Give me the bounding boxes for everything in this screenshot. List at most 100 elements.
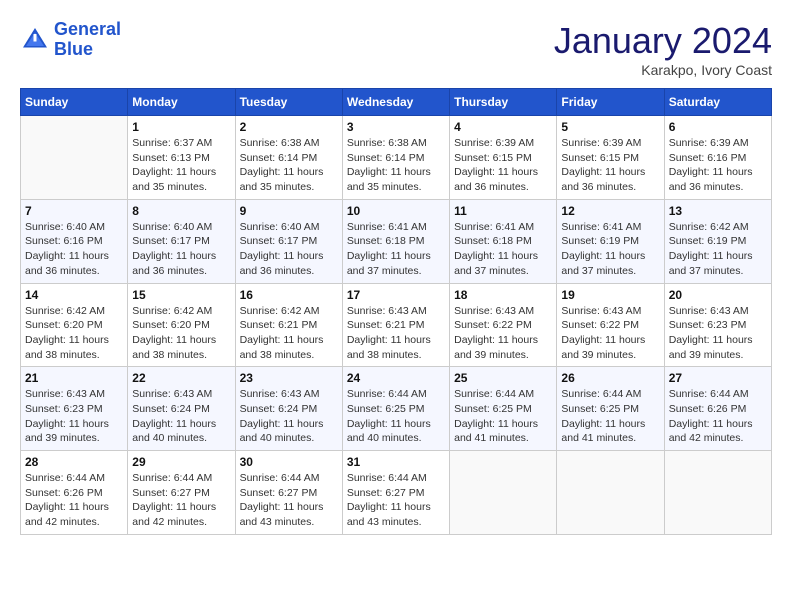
title-block: January 2024 Karakpo, Ivory Coast	[554, 20, 772, 78]
weekday-header: Sunday	[21, 89, 128, 116]
weekday-header: Saturday	[664, 89, 771, 116]
calendar-cell: 6 Sunrise: 6:39 AM Sunset: 6:16 PM Daylig…	[664, 116, 771, 200]
calendar-cell: 26 Sunrise: 6:44 AM Sunset: 6:25 PM Dayli…	[557, 367, 664, 451]
day-info: Sunrise: 6:44 AM Sunset: 6:26 PM Dayligh…	[25, 471, 123, 530]
day-number: 21	[25, 371, 123, 385]
day-info: Sunrise: 6:44 AM Sunset: 6:27 PM Dayligh…	[132, 471, 230, 530]
day-number: 6	[669, 120, 767, 134]
day-info: Sunrise: 6:40 AM Sunset: 6:17 PM Dayligh…	[132, 220, 230, 279]
calendar-cell: 1 Sunrise: 6:37 AM Sunset: 6:13 PM Daylig…	[128, 116, 235, 200]
day-number: 26	[561, 371, 659, 385]
calendar-cell: 4 Sunrise: 6:39 AM Sunset: 6:15 PM Daylig…	[450, 116, 557, 200]
calendar-cell: 2 Sunrise: 6:38 AM Sunset: 6:14 PM Daylig…	[235, 116, 342, 200]
calendar-cell	[664, 451, 771, 535]
day-number: 4	[454, 120, 552, 134]
day-number: 2	[240, 120, 338, 134]
day-number: 30	[240, 455, 338, 469]
calendar-cell: 21Sunrise: 6:43 AM Sunset: 6:23 PM Dayli…	[21, 367, 128, 451]
day-number: 19	[561, 288, 659, 302]
calendar-cell: 29Sunrise: 6:44 AM Sunset: 6:27 PM Dayli…	[128, 451, 235, 535]
day-info: Sunrise: 6:39 AM Sunset: 6:15 PM Dayligh…	[561, 136, 659, 195]
day-number: 14	[25, 288, 123, 302]
calendar-cell: 30 Sunrise: 6:44 AM Sunset: 6:27 PM Dayli…	[235, 451, 342, 535]
day-number: 25	[454, 371, 552, 385]
day-info: Sunrise: 6:42 AM Sunset: 6:20 PM Dayligh…	[25, 304, 123, 363]
calendar-cell: 24Sunrise: 6:44 AM Sunset: 6:25 PM Dayli…	[342, 367, 449, 451]
day-number: 3	[347, 120, 445, 134]
calendar-cell	[557, 451, 664, 535]
logo-icon	[20, 25, 50, 55]
day-number: 5	[561, 120, 659, 134]
day-info: Sunrise: 6:43 AM Sunset: 6:22 PM Dayligh…	[561, 304, 659, 363]
day-info: Sunrise: 6:43 AM Sunset: 6:22 PM Dayligh…	[454, 304, 552, 363]
day-number: 11	[454, 204, 552, 218]
calendar-cell: 17 Sunrise: 6:43 AM Sunset: 6:21 PM Dayli…	[342, 283, 449, 367]
weekday-header: Monday	[128, 89, 235, 116]
day-info: Sunrise: 6:38 AM Sunset: 6:14 PM Dayligh…	[347, 136, 445, 195]
calendar-cell: 23Sunrise: 6:43 AM Sunset: 6:24 PM Dayli…	[235, 367, 342, 451]
day-number: 8	[132, 204, 230, 218]
day-info: Sunrise: 6:39 AM Sunset: 6:16 PM Dayligh…	[669, 136, 767, 195]
logo-line2: Blue	[54, 39, 93, 59]
calendar-week-row: 1 Sunrise: 6:37 AM Sunset: 6:13 PM Daylig…	[21, 116, 772, 200]
calendar-cell: 10Sunrise: 6:41 AM Sunset: 6:18 PM Dayli…	[342, 199, 449, 283]
calendar-cell: 19 Sunrise: 6:43 AM Sunset: 6:22 PM Dayli…	[557, 283, 664, 367]
calendar-cell: 7 Sunrise: 6:40 AM Sunset: 6:16 PM Daylig…	[21, 199, 128, 283]
day-info: Sunrise: 6:43 AM Sunset: 6:24 PM Dayligh…	[132, 387, 230, 446]
day-number: 31	[347, 455, 445, 469]
day-info: Sunrise: 6:44 AM Sunset: 6:27 PM Dayligh…	[347, 471, 445, 530]
calendar-cell: 27 Sunrise: 6:44 AM Sunset: 6:26 PM Dayli…	[664, 367, 771, 451]
calendar-table: SundayMondayTuesdayWednesdayThursdayFrid…	[20, 88, 772, 535]
calendar-cell: 22 Sunrise: 6:43 AM Sunset: 6:24 PM Dayli…	[128, 367, 235, 451]
weekday-header: Thursday	[450, 89, 557, 116]
weekday-header: Tuesday	[235, 89, 342, 116]
day-number: 16	[240, 288, 338, 302]
day-info: Sunrise: 6:41 AM Sunset: 6:18 PM Dayligh…	[454, 220, 552, 279]
month-title: January 2024	[554, 20, 772, 62]
day-number: 27	[669, 371, 767, 385]
day-info: Sunrise: 6:44 AM Sunset: 6:25 PM Dayligh…	[454, 387, 552, 446]
calendar-cell: 13Sunrise: 6:42 AM Sunset: 6:19 PM Dayli…	[664, 199, 771, 283]
day-number: 18	[454, 288, 552, 302]
calendar-week-row: 7 Sunrise: 6:40 AM Sunset: 6:16 PM Daylig…	[21, 199, 772, 283]
day-info: Sunrise: 6:37 AM Sunset: 6:13 PM Dayligh…	[132, 136, 230, 195]
calendar-cell: 5 Sunrise: 6:39 AM Sunset: 6:15 PM Daylig…	[557, 116, 664, 200]
day-number: 22	[132, 371, 230, 385]
calendar-cell: 9Sunrise: 6:40 AM Sunset: 6:17 PM Daylig…	[235, 199, 342, 283]
day-info: Sunrise: 6:44 AM Sunset: 6:26 PM Dayligh…	[669, 387, 767, 446]
calendar-cell: 8 Sunrise: 6:40 AM Sunset: 6:17 PM Daylig…	[128, 199, 235, 283]
calendar-week-row: 21Sunrise: 6:43 AM Sunset: 6:23 PM Dayli…	[21, 367, 772, 451]
day-number: 10	[347, 204, 445, 218]
day-info: Sunrise: 6:39 AM Sunset: 6:15 PM Dayligh…	[454, 136, 552, 195]
day-info: Sunrise: 6:42 AM Sunset: 6:21 PM Dayligh…	[240, 304, 338, 363]
calendar-cell: 31 Sunrise: 6:44 AM Sunset: 6:27 PM Dayli…	[342, 451, 449, 535]
calendar-cell: 12Sunrise: 6:41 AM Sunset: 6:19 PM Dayli…	[557, 199, 664, 283]
day-info: Sunrise: 6:42 AM Sunset: 6:19 PM Dayligh…	[669, 220, 767, 279]
day-number: 7	[25, 204, 123, 218]
page-header: General Blue January 2024 Karakpo, Ivory…	[20, 20, 772, 78]
logo-text: General Blue	[54, 20, 121, 60]
calendar-cell: 11 Sunrise: 6:41 AM Sunset: 6:18 PM Dayli…	[450, 199, 557, 283]
day-number: 23	[240, 371, 338, 385]
calendar-cell: 18 Sunrise: 6:43 AM Sunset: 6:22 PM Dayli…	[450, 283, 557, 367]
day-info: Sunrise: 6:40 AM Sunset: 6:16 PM Dayligh…	[25, 220, 123, 279]
calendar-week-row: 28Sunrise: 6:44 AM Sunset: 6:26 PM Dayli…	[21, 451, 772, 535]
calendar-cell	[450, 451, 557, 535]
day-info: Sunrise: 6:38 AM Sunset: 6:14 PM Dayligh…	[240, 136, 338, 195]
calendar-cell: 14 Sunrise: 6:42 AM Sunset: 6:20 PM Dayli…	[21, 283, 128, 367]
day-number: 9	[240, 204, 338, 218]
logo-line1: General	[54, 19, 121, 39]
day-number: 17	[347, 288, 445, 302]
calendar-week-row: 14 Sunrise: 6:42 AM Sunset: 6:20 PM Dayli…	[21, 283, 772, 367]
day-info: Sunrise: 6:44 AM Sunset: 6:27 PM Dayligh…	[240, 471, 338, 530]
calendar-cell: 3 Sunrise: 6:38 AM Sunset: 6:14 PM Daylig…	[342, 116, 449, 200]
calendar-cell: 15Sunrise: 6:42 AM Sunset: 6:20 PM Dayli…	[128, 283, 235, 367]
day-info: Sunrise: 6:43 AM Sunset: 6:21 PM Dayligh…	[347, 304, 445, 363]
calendar-cell: 20Sunrise: 6:43 AM Sunset: 6:23 PM Dayli…	[664, 283, 771, 367]
day-info: Sunrise: 6:44 AM Sunset: 6:25 PM Dayligh…	[561, 387, 659, 446]
calendar-cell: 28Sunrise: 6:44 AM Sunset: 6:26 PM Dayli…	[21, 451, 128, 535]
day-number: 15	[132, 288, 230, 302]
day-number: 1	[132, 120, 230, 134]
location-subtitle: Karakpo, Ivory Coast	[554, 62, 772, 78]
calendar-cell: 25 Sunrise: 6:44 AM Sunset: 6:25 PM Dayli…	[450, 367, 557, 451]
